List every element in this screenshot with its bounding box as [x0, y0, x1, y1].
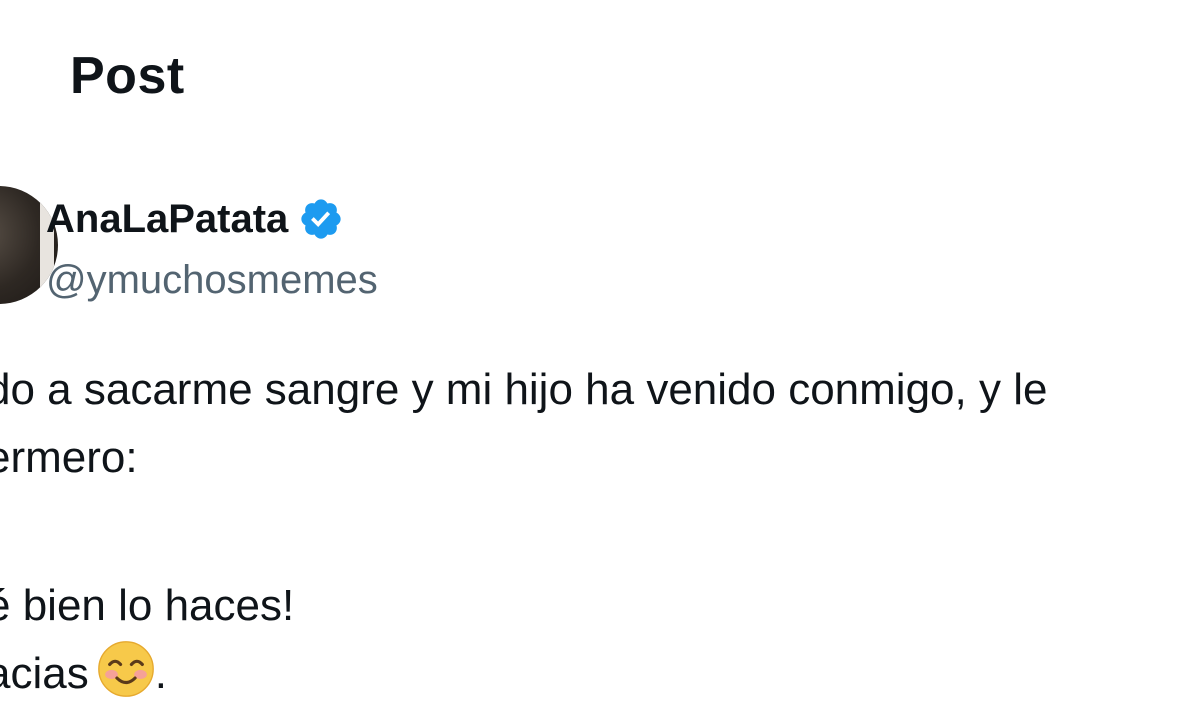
verified-badge-icon: [301, 199, 341, 239]
author-handle[interactable]: @ymuchosmemes: [46, 258, 378, 303]
author-name-row[interactable]: AnaLaPatata: [46, 196, 344, 242]
post-line-text: .: [154, 649, 167, 698]
post-line-text: acias: [0, 649, 89, 698]
post-line: é bien lo haces!: [0, 581, 295, 630]
post-line-with-emoji: acias .: [0, 640, 167, 708]
author-display-name[interactable]: AnaLaPatata: [46, 197, 288, 242]
post-line: do a sacarme sangre y mi hijo ha venido …: [0, 365, 1048, 414]
page-title: Post: [70, 47, 185, 105]
smiling-face-emoji-icon: [97, 641, 154, 697]
post-page: Post AnaLaPatata @ymuchosmemes do a saca…: [0, 0, 1200, 720]
post-line: ermero:: [0, 433, 138, 482]
